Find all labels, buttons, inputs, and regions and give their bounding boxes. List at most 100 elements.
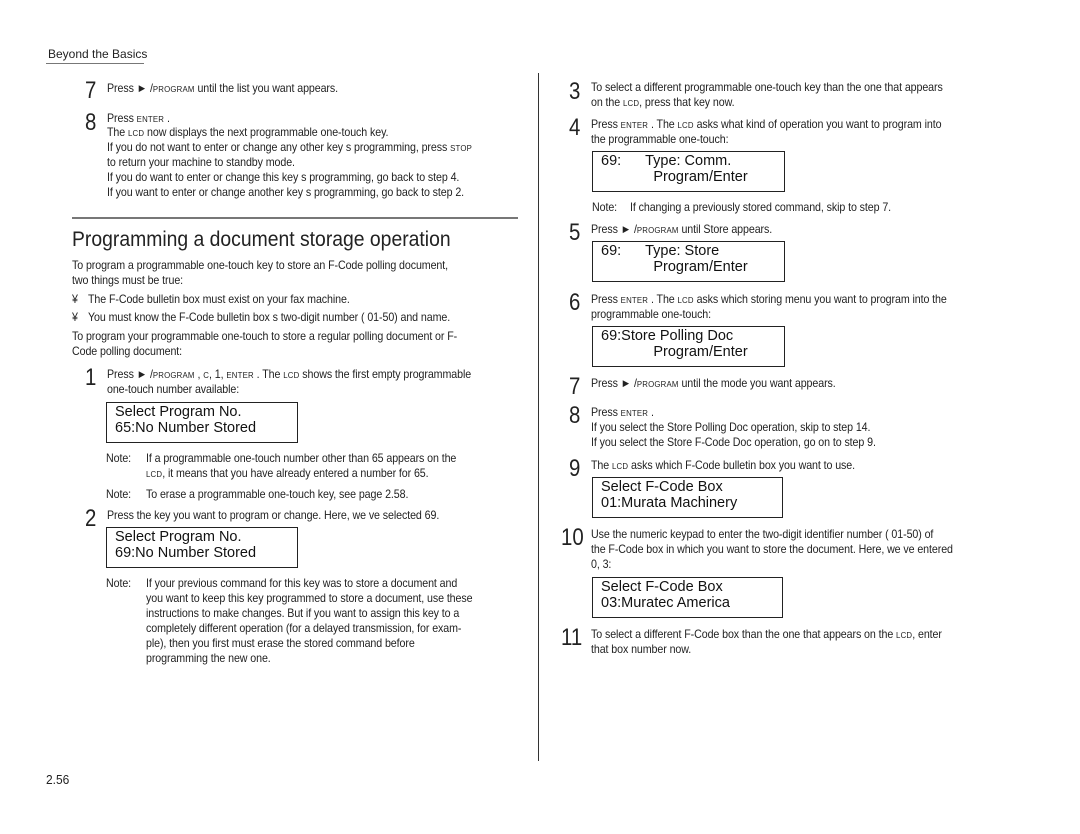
key-name: LCD: [283, 370, 300, 380]
step-text: Press ► /PROGRAM until the mode you want…: [591, 377, 836, 390]
step-text: To select a different programmable one-t…: [591, 81, 943, 94]
note-text: completely different operation (for a de…: [146, 622, 462, 635]
key-name: PROGRAM: [636, 225, 679, 235]
bullet-glyph: ¥: [72, 293, 78, 306]
note-label: Note:: [106, 452, 132, 465]
step-text: Press ENTER .: [591, 406, 654, 419]
step-number: 10: [561, 524, 584, 551]
lcd-line: 69: Type: Comm.: [601, 153, 732, 169]
step-number: 8: [85, 109, 97, 136]
lcd-display: 69: Type: Comm. Program/Enter: [592, 151, 785, 192]
key-name: LCD: [677, 120, 694, 130]
key-name: ENTER: [620, 120, 649, 130]
step-text: Press ► /PROGRAM until Store appears.: [591, 223, 773, 236]
key-name: STOP: [450, 143, 472, 153]
key-name: PROGRAM: [636, 379, 679, 389]
intro-text: To program your programmable one-touch t…: [72, 330, 458, 343]
key-name: LCD: [611, 461, 629, 471]
step-number: 4: [569, 114, 581, 141]
note-text: programming the new one.: [146, 652, 271, 665]
step-number: 8: [569, 402, 581, 429]
page-number: 2.56: [46, 772, 70, 787]
note-text: instructions to make changes. But if you…: [146, 607, 460, 620]
step-text: If you do not want to enter or change an…: [107, 141, 472, 154]
key-name: ENTER: [136, 114, 165, 124]
step-text: Press ► /PROGRAM until the list you want…: [107, 82, 339, 95]
step-text: one-touch number available:: [107, 383, 240, 396]
note-text: you want to keep this key programmed to …: [146, 592, 473, 605]
key-name: LCD: [677, 295, 694, 305]
step-number: 5: [569, 219, 581, 246]
key-name: ENTER: [226, 370, 254, 380]
lcd-line: Select F-Code Box: [601, 479, 723, 495]
page-title: Programming a document storage operation: [72, 227, 451, 251]
step-number: 7: [569, 373, 581, 400]
lcd-line: 69:Store Polling Doc: [601, 328, 734, 344]
step-text: If you do want to enter or change this k…: [107, 171, 460, 184]
key-name: LCD: [622, 98, 640, 108]
bullet-text: You must know the F-Code bulletin box s …: [88, 311, 451, 324]
step-text: Press ► /PROGRAM , C, 1, ENTER . The LCD…: [107, 368, 472, 381]
step-text: If you want to enter or change another k…: [107, 186, 465, 199]
key-name: PROGRAM: [152, 84, 195, 94]
step-number: 1: [85, 364, 97, 391]
lcd-line: Program/Enter: [601, 258, 748, 275]
intro-text: two things must be true:: [72, 274, 184, 287]
step-text: If you select the Store F-Code Doc opera…: [591, 436, 876, 449]
header-underline: [46, 63, 144, 64]
lcd-line: 69:No Number Stored: [115, 544, 257, 561]
step-text: the F-Code box in which you want to stor…: [591, 543, 953, 556]
step-number: 9: [569, 455, 581, 482]
lcd-line: Select Program No.: [115, 529, 242, 545]
note-text: ple), then you first must erase the stor…: [146, 637, 415, 650]
intro-text: To program a programmable one-touch key …: [72, 259, 449, 272]
step-text: 0, 3:: [591, 558, 612, 571]
key-name: PROGRAM: [152, 370, 195, 380]
step-text: If you select the Store Polling Doc oper…: [591, 421, 871, 434]
lcd-line: Program/Enter: [601, 168, 748, 185]
step-text: Press ENTER . The LCD asks what kind of …: [591, 118, 942, 131]
note-text: If a programmable one-touch number other…: [146, 452, 457, 465]
lcd-line: Select F-Code Box: [601, 579, 723, 595]
lcd-display: 69: Type: Store Program/Enter: [592, 241, 785, 282]
lcd-display: 69:Store Polling Doc Program/Enter: [592, 326, 785, 367]
step-number: 11: [561, 624, 583, 651]
bullet-text: The F-Code bulletin box must exist on yo…: [88, 293, 350, 306]
step-text: Press ENTER . The LCD asks which storing…: [591, 293, 947, 306]
lcd-line: 65:No Number Stored: [115, 419, 257, 436]
section-rule: [72, 217, 518, 219]
lcd-display: Select F-Code Box 03:Muratec America: [592, 577, 783, 618]
lcd-display: Select Program No. 69:No Number Stored: [106, 527, 298, 568]
lcd-line: Select Program No.: [115, 404, 242, 420]
step-text: to return your machine to standby mode.: [107, 156, 295, 169]
step-text: The LCD asks which F-Code bulletin box y…: [591, 459, 855, 472]
note-label: Note:: [106, 488, 132, 501]
key-name: LCD: [146, 469, 163, 479]
key-name: ENTER: [620, 295, 649, 305]
intro-text: Code polling document:: [72, 345, 183, 358]
key-name: LCD: [127, 128, 145, 138]
step-number: 2: [85, 505, 97, 532]
step-text: that box number now.: [591, 643, 692, 656]
step-text: Press the key you want to program or cha…: [107, 509, 440, 522]
lcd-line: 01:Murata Machinery: [601, 494, 738, 511]
section-header: Beyond the Basics: [48, 47, 148, 61]
lcd-display: Select F-Code Box 01:Murata Machinery: [592, 477, 783, 518]
step-text: programmable one-touch:: [591, 308, 712, 321]
note-label: Note:: [106, 577, 132, 590]
note-text: To erase a programmable one-touch key, s…: [146, 488, 409, 501]
step-text: Use the numeric keypad to enter the two-…: [591, 528, 934, 541]
key-name: ENTER: [620, 408, 649, 418]
note-text: LCD, it means that you have already ente…: [146, 467, 429, 480]
step-number: 3: [569, 78, 581, 105]
step-text: on the LCD, press that key now.: [591, 96, 735, 109]
lcd-line: 69: Type: Store: [601, 243, 720, 259]
lcd-display: Select Program No. 65:No Number Stored: [106, 402, 298, 443]
step-number: 7: [85, 77, 97, 104]
note-text: If your previous command for this key wa…: [146, 577, 458, 590]
step-text: To select a different F-Code box than th…: [591, 628, 942, 641]
key-name: C: [203, 370, 210, 380]
step-number: 6: [569, 289, 581, 316]
lcd-line: Program/Enter: [601, 343, 748, 360]
bullet-glyph: ¥: [72, 311, 78, 324]
